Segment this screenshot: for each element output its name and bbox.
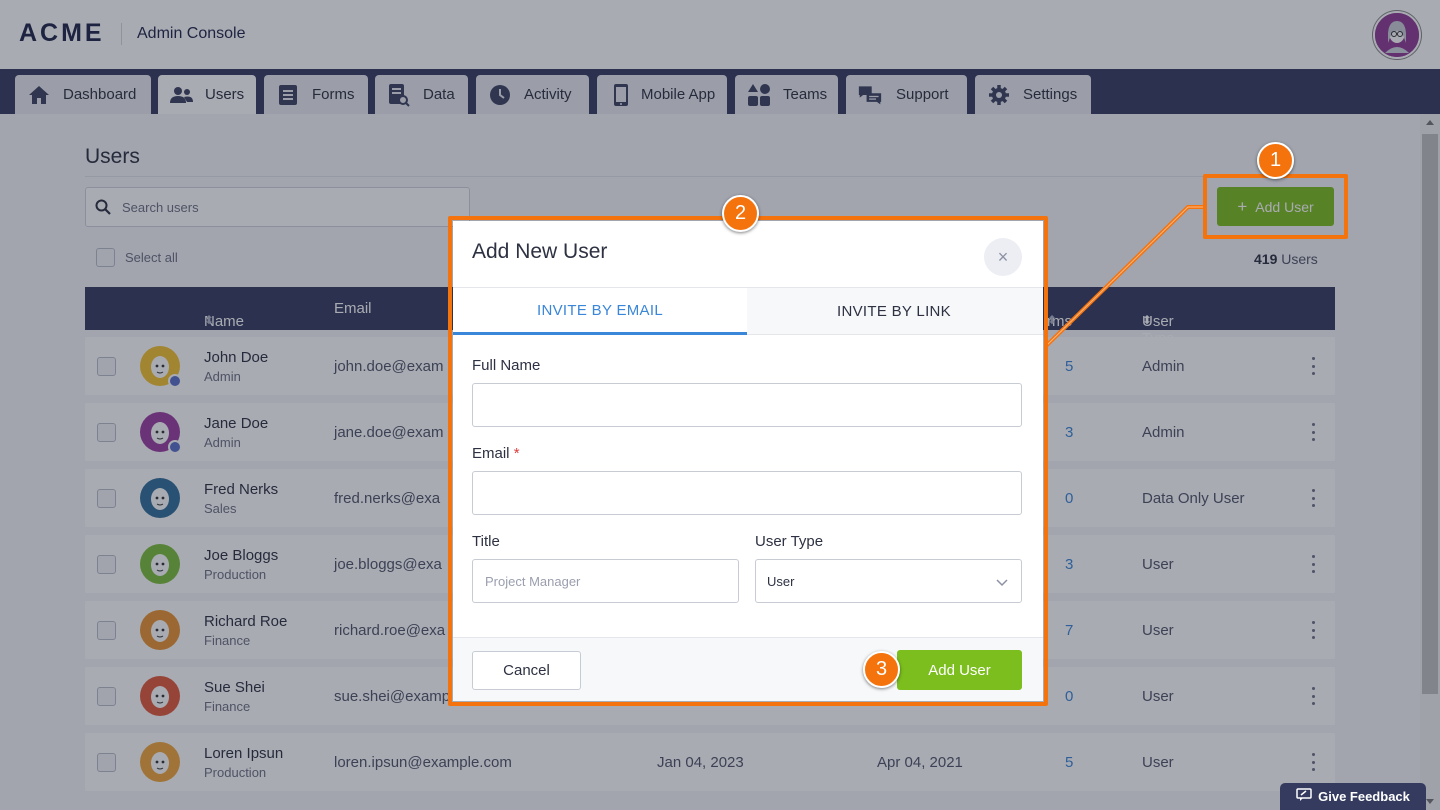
feedback-label: Give Feedback <box>1318 789 1410 804</box>
callout-1: 1 <box>1257 142 1294 179</box>
feedback-icon <box>1296 788 1312 805</box>
give-feedback-button[interactable]: Give Feedback <box>1280 783 1426 810</box>
callout-2: 2 <box>722 195 759 232</box>
highlight-dialog <box>448 216 1048 706</box>
callout-3: 3 <box>863 651 900 688</box>
highlight-add-user <box>1203 174 1348 239</box>
